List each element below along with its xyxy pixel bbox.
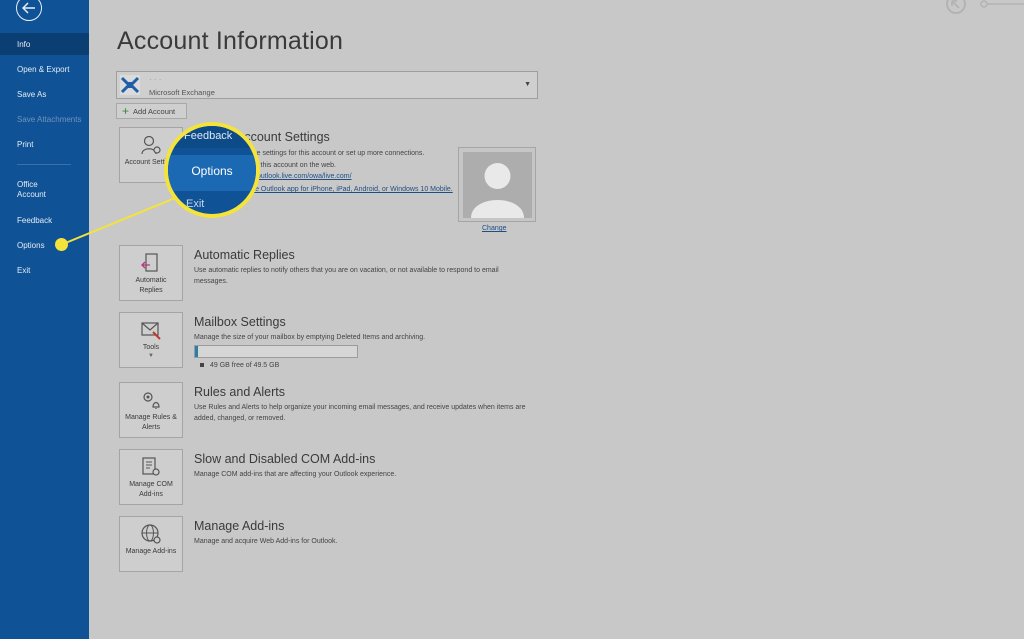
callout-exit-text: Exit xyxy=(186,198,205,210)
callout-feedback-text: Feedback xyxy=(184,130,233,142)
options-magnifier-callout: Feedback Options Exit xyxy=(164,122,260,218)
callout-dot xyxy=(55,238,68,251)
callout-pointer-line xyxy=(62,195,181,245)
callout-options-text: Options xyxy=(191,164,233,178)
